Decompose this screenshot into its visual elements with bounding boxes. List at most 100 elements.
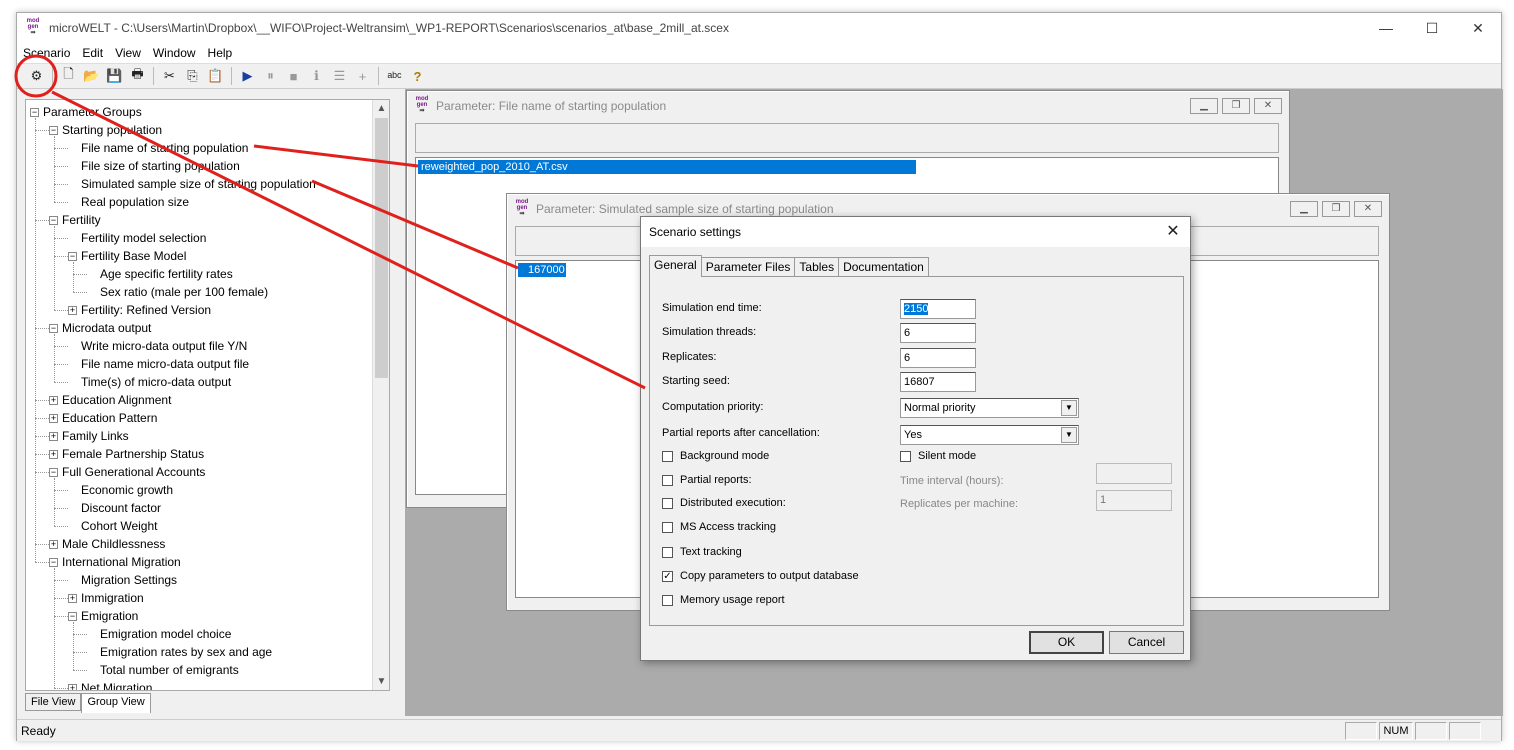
- expand-icon[interactable]: +: [49, 540, 58, 550]
- text-tracking-checkbox[interactable]: Text tracking: [662, 546, 742, 558]
- expand-icon[interactable]: +: [49, 432, 58, 442]
- tree-item[interactable]: Fertility model selection: [68, 229, 206, 247]
- expand-icon[interactable]: +: [68, 306, 77, 316]
- copy-icon[interactable]: ⎘: [181, 65, 204, 87]
- help-icon[interactable]: ?: [406, 65, 429, 87]
- tab-tables[interactable]: Tables: [794, 257, 840, 277]
- info-icon[interactable]: ℹ: [305, 65, 328, 87]
- tree-item[interactable]: Economic growth: [68, 481, 173, 499]
- tree-group[interactable]: − Fertility Base Model: [68, 247, 186, 265]
- collapse-icon[interactable]: −: [68, 252, 77, 262]
- tree-item[interactable]: File name micro-data output file: [68, 355, 249, 373]
- add-icon[interactable]: +: [351, 65, 374, 87]
- parameter-value-cell[interactable]: reweighted_pop_2010_AT.csv: [418, 160, 916, 174]
- tree-item[interactable]: Total number of emigrants: [87, 661, 239, 679]
- tree-item[interactable]: Time(s) of micro-data output: [68, 373, 231, 391]
- ok-button[interactable]: OK: [1029, 631, 1104, 654]
- distributed-execution-checkbox[interactable]: Distributed execution:: [662, 497, 786, 509]
- tree-group[interactable]: + Fertility: Refined Version: [68, 301, 211, 319]
- background-mode-checkbox[interactable]: Background mode: [662, 450, 769, 462]
- tree-item[interactable]: Real population size: [68, 193, 189, 211]
- expand-icon[interactable]: +: [68, 684, 77, 690]
- pause-icon[interactable]: ⏸: [259, 65, 282, 87]
- expand-icon[interactable]: +: [68, 594, 77, 604]
- menu-help[interactable]: Help: [202, 46, 239, 60]
- child-close-button[interactable]: ✕: [1254, 98, 1282, 114]
- tree-group[interactable]: + Family Links: [49, 427, 129, 445]
- menu-view[interactable]: View: [109, 46, 147, 60]
- silent-mode-checkbox[interactable]: Silent mode: [900, 450, 976, 462]
- stop-icon[interactable]: ■: [282, 65, 305, 87]
- tree-item[interactable]: File name of starting population: [68, 139, 248, 157]
- dialog-close-icon[interactable]: ✕: [1162, 221, 1184, 243]
- child-restore-button[interactable]: ❐: [1222, 98, 1250, 114]
- cut-icon[interactable]: ✂: [158, 65, 181, 87]
- tree-group[interactable]: − Starting population: [49, 121, 162, 139]
- tab-parameter-files[interactable]: Parameter Files: [700, 257, 796, 277]
- replicates-input[interactable]: 6: [900, 348, 976, 368]
- menu-edit[interactable]: Edit: [76, 46, 109, 60]
- copy-parameters-checkbox[interactable]: ✓ Copy parameters to output database: [662, 570, 859, 582]
- minimize-button[interactable]: —: [1363, 13, 1409, 43]
- save-icon[interactable]: 💾: [103, 65, 126, 87]
- collapse-icon[interactable]: −: [49, 324, 58, 334]
- close-button[interactable]: ✕: [1455, 13, 1501, 43]
- tree-group[interactable]: + Education Alignment: [49, 391, 171, 409]
- replicates-per-machine-input[interactable]: 1: [1096, 490, 1172, 511]
- tree-group[interactable]: − Emigration: [68, 607, 138, 625]
- tree-item[interactable]: Cohort Weight: [68, 517, 157, 535]
- collapse-icon[interactable]: −: [30, 108, 39, 118]
- parameter-value-cell[interactable]: 167000: [518, 263, 566, 277]
- collapse-icon[interactable]: −: [49, 468, 58, 478]
- tree-item[interactable]: Write micro-data output file Y/N: [68, 337, 247, 355]
- chevron-down-icon[interactable]: ▼: [1061, 400, 1077, 416]
- tree-group[interactable]: + Education Pattern: [49, 409, 157, 427]
- partial-reports-checkbox[interactable]: Partial reports:: [662, 474, 752, 486]
- scenario-settings-icon[interactable]: ⚙: [25, 65, 48, 87]
- tree-item[interactable]: Simulated sample size of starting popula…: [68, 175, 316, 193]
- expand-icon[interactable]: +: [49, 396, 58, 406]
- tree-item[interactable]: Migration Settings: [68, 571, 177, 589]
- collapse-icon[interactable]: −: [68, 612, 77, 622]
- log-icon[interactable]: ☰: [328, 65, 351, 87]
- time-interval-input[interactable]: [1096, 463, 1172, 484]
- tree-group[interactable]: − Fertility: [49, 211, 101, 229]
- child-minimize-button[interactable]: ▁: [1190, 98, 1218, 114]
- chevron-down-icon[interactable]: ▼: [1061, 427, 1077, 443]
- tree-group[interactable]: + Net Migration: [68, 679, 152, 690]
- tree-scrollbar[interactable]: ▲ ▼: [372, 100, 389, 690]
- priority-select[interactable]: Normal priority ▼: [900, 398, 1079, 418]
- tab-file-view[interactable]: File View: [25, 693, 82, 711]
- maximize-button[interactable]: ☐: [1409, 13, 1455, 43]
- print-icon[interactable]: 🖶: [126, 65, 149, 87]
- collapse-icon[interactable]: −: [49, 216, 58, 226]
- collapse-icon[interactable]: −: [49, 558, 58, 568]
- scroll-thumb[interactable]: [375, 118, 388, 378]
- child-close-button[interactable]: ✕: [1354, 201, 1382, 217]
- child-restore-button[interactable]: ❐: [1322, 201, 1350, 217]
- cancel-button[interactable]: Cancel: [1109, 631, 1184, 654]
- tree-item[interactable]: Emigration rates by sex and age: [87, 643, 272, 661]
- abc-icon[interactable]: ᵃᵇᶜ: [383, 65, 406, 87]
- tab-documentation[interactable]: Documentation: [838, 257, 929, 277]
- end-time-input[interactable]: 2150: [900, 299, 976, 319]
- ms-access-tracking-checkbox[interactable]: MS Access tracking: [662, 521, 776, 533]
- tree-item[interactable]: Discount factor: [68, 499, 161, 517]
- tree-group[interactable]: − Microdata output: [49, 319, 151, 337]
- tree-group[interactable]: − International Migration: [49, 553, 181, 571]
- tree-group[interactable]: − Parameter Groups: [30, 103, 142, 121]
- open-folder-icon[interactable]: 📂: [80, 65, 103, 87]
- tree-group[interactable]: − Full Generational Accounts: [49, 463, 205, 481]
- tree-item[interactable]: Sex ratio (male per 100 female): [87, 283, 268, 301]
- run-icon[interactable]: ▶: [236, 65, 259, 87]
- tree-group[interactable]: + Female Partnership Status: [49, 445, 204, 463]
- paste-icon[interactable]: 📋: [204, 65, 227, 87]
- tree-group[interactable]: + Male Childlessness: [49, 535, 165, 553]
- tree-item[interactable]: File size of starting population: [68, 157, 240, 175]
- seed-input[interactable]: 16807: [900, 372, 976, 392]
- tree-group[interactable]: + Immigration: [68, 589, 144, 607]
- partial-cancel-select[interactable]: Yes ▼: [900, 425, 1079, 445]
- child-minimize-button[interactable]: ▁: [1290, 201, 1318, 217]
- expand-icon[interactable]: +: [49, 450, 58, 460]
- menu-window[interactable]: Window: [147, 46, 202, 60]
